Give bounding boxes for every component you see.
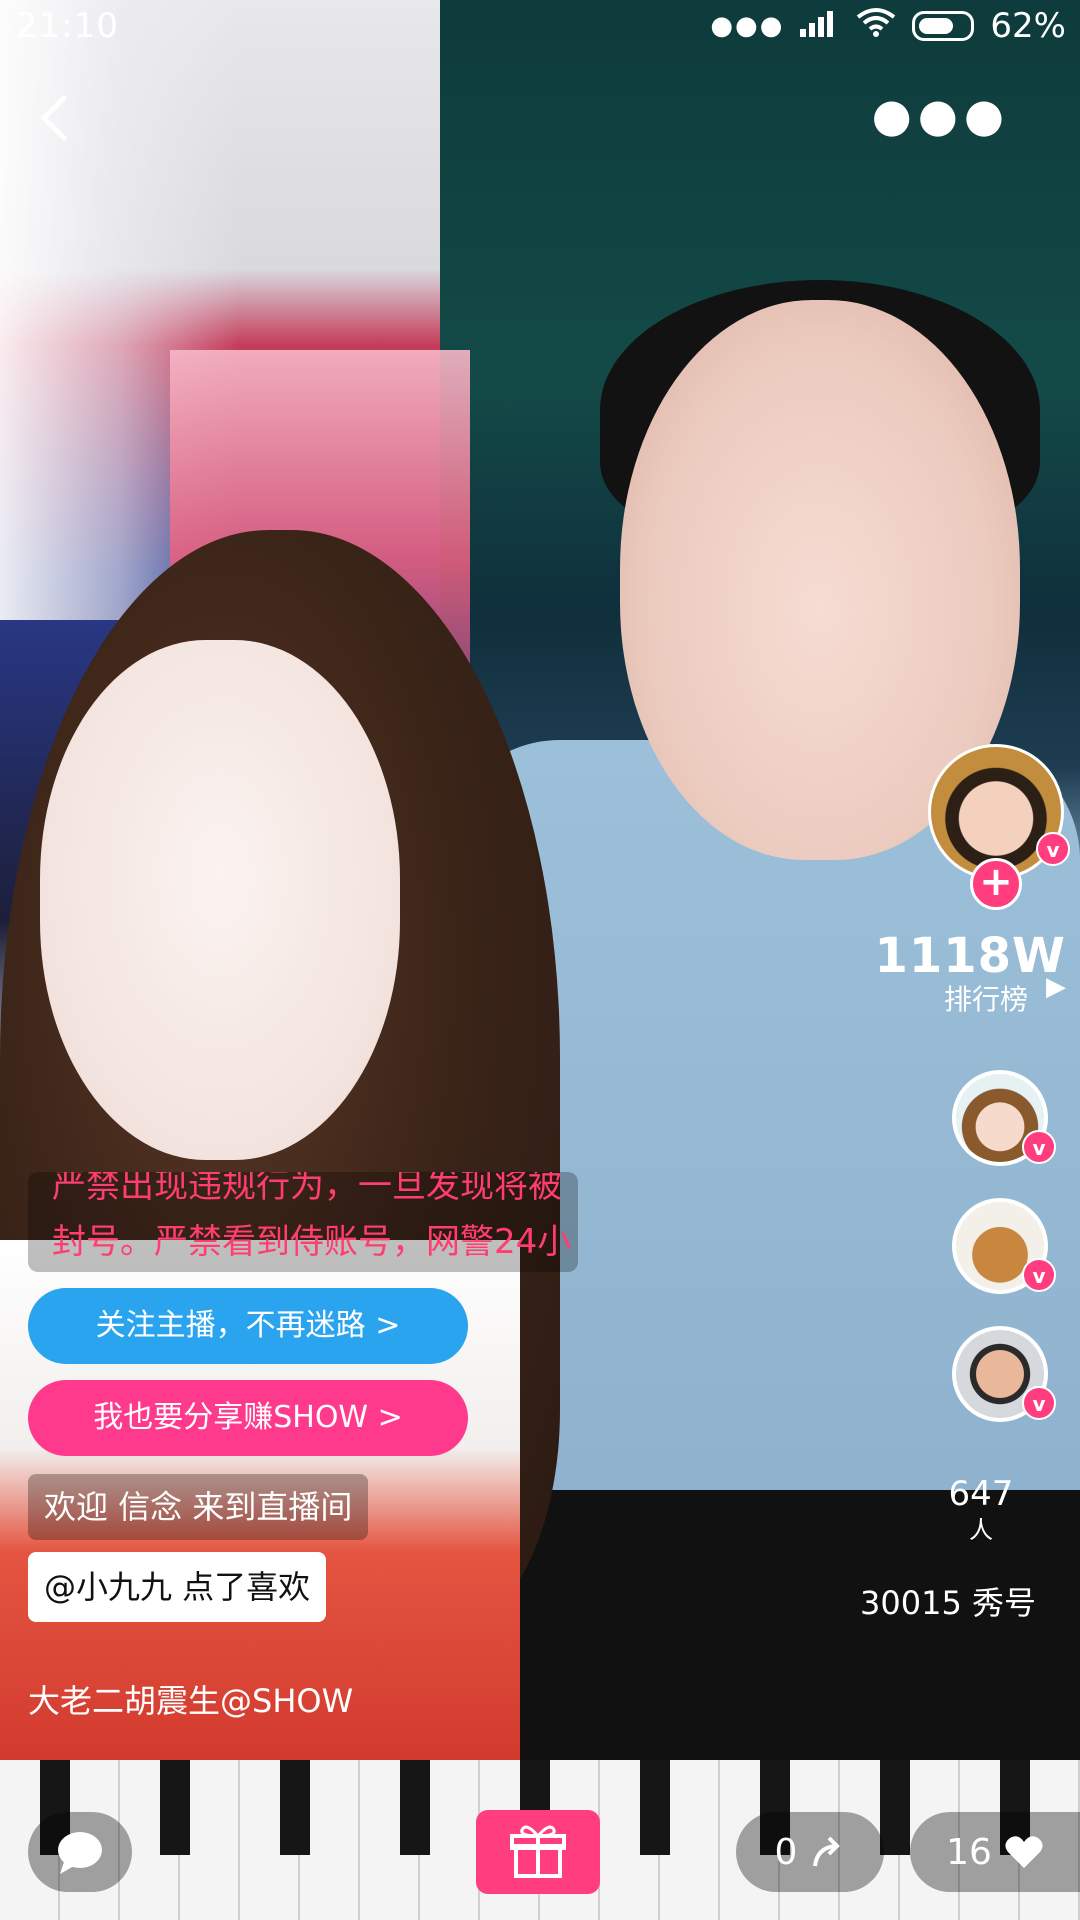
heart-icon (1005, 1836, 1043, 1868)
like-button[interactable]: 16 (910, 1812, 1080, 1892)
host-name: 大老二胡震生@SHOW (28, 1682, 354, 1720)
plus-icon: + (979, 859, 1013, 905)
viewer-count[interactable]: 647 人 (926, 1474, 1036, 1545)
more-dots-icon: ●●● (871, 88, 1010, 142)
follow-prompt-button[interactable]: 关注主播，不再迷路 > (28, 1288, 468, 1364)
gift-button[interactable] (476, 1810, 600, 1894)
viewer-count-unit: 人 (969, 1516, 993, 1544)
status-time: 21:10 (16, 6, 119, 46)
wifi-icon (856, 6, 896, 46)
battery-icon (912, 11, 975, 41)
more-options-button[interactable]: ●●● (872, 92, 1010, 138)
system-message-text: 严禁出现违规行为，一旦发现将被封号。严禁看到侍账号，网警24小时在线巡查！ (52, 1172, 572, 1262)
ranking-board-button[interactable]: 1118W 排行榜 ▶ (874, 928, 1066, 1018)
ranking-value: 1118W (874, 928, 1066, 984)
status-bar: 21:10 ●●● 62% (0, 0, 1080, 56)
show-id: 30015 秀号 (860, 1584, 1036, 1622)
share-arrow-icon (813, 1836, 841, 1867)
caret-right-icon: ▶ (1046, 972, 1066, 1002)
chevron-left-icon (40, 95, 67, 141)
verified-badge: v (1022, 1130, 1056, 1164)
welcome-message: 欢迎 信念 来到直播间 (28, 1474, 369, 1540)
gift-icon (510, 1825, 566, 1878)
verified-badge: v (1022, 1386, 1056, 1420)
verified-badge: v (1022, 1258, 1056, 1292)
system-message: 严禁出现违规行为，一旦发现将被封号。严禁看到侍账号，网警24小时在线巡查！ (28, 1172, 578, 1272)
follow-host-button[interactable]: + (970, 858, 1022, 910)
share-prompt-button[interactable]: 我也要分享赚SHOW > (28, 1380, 468, 1456)
viewer-count-number: 647 (948, 1474, 1014, 1514)
chat-button[interactable] (28, 1812, 132, 1892)
like-message: @小九九 点了喜欢 (28, 1552, 327, 1622)
ranking-label: 排行榜 (943, 983, 1028, 1016)
chat-bubble-icon (58, 1832, 102, 1874)
share-count: 0 (774, 1831, 798, 1873)
more-dots-icon: ●●● (710, 11, 785, 41)
back-button[interactable] (34, 90, 84, 150)
share-button[interactable]: 0 (736, 1812, 884, 1892)
like-count: 16 (946, 1831, 992, 1873)
verified-badge: v (1036, 832, 1070, 866)
signal-icon (800, 6, 840, 46)
battery-percent: 62% (990, 6, 1066, 46)
